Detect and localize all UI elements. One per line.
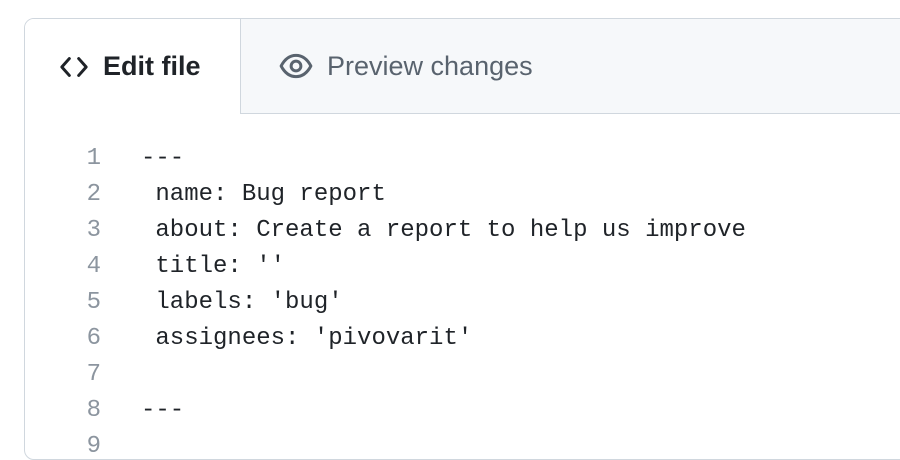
tab-preview-changes[interactable]: Preview changes: [241, 19, 533, 113]
line-content[interactable]: name: Bug report: [141, 177, 385, 213]
line-content[interactable]: about: Create a report to help us improv…: [141, 213, 746, 249]
line-content[interactable]: labels: 'bug': [141, 285, 342, 321]
code-line: 7: [25, 357, 900, 393]
line-number: 4: [86, 253, 101, 280]
tab-edit-file-label: Edit file: [103, 51, 201, 81]
line-content[interactable]: title: '': [141, 249, 285, 285]
code-editor[interactable]: 1 --- 2 name: Bug report 3 about: Create…: [25, 141, 900, 460]
line-number: 6: [86, 325, 101, 352]
line-number: 5: [86, 289, 101, 316]
tab-preview-changes-label: Preview changes: [327, 50, 533, 81]
line-number: 1: [86, 145, 101, 172]
eye-icon: [279, 49, 313, 83]
line-content[interactable]: ---: [141, 141, 184, 177]
line-content[interactable]: ---: [141, 393, 184, 429]
code-line: 9: [25, 429, 900, 460]
tab-edit-file[interactable]: Edit file: [25, 19, 241, 114]
editor-tabbar: Edit file Preview changes: [25, 19, 900, 114]
code-line: 3 about: Create a report to help us impr…: [25, 213, 900, 249]
line-number: 8: [86, 397, 101, 424]
line-number: 2: [86, 181, 101, 208]
code-line: 5 labels: 'bug': [25, 285, 900, 321]
code-line: 8 ---: [25, 393, 900, 429]
code-line: 1 ---: [25, 141, 900, 177]
line-number: 9: [86, 433, 101, 460]
line-number: 3: [86, 217, 101, 244]
code-line: 2 name: Bug report: [25, 177, 900, 213]
code-line: 4 title: '': [25, 249, 900, 285]
file-editor: Edit file Preview changes 1 --- 2 name: …: [24, 18, 900, 460]
line-content[interactable]: assignees: 'pivovarit': [141, 321, 472, 357]
code-line: 6 assignees: 'pivovarit': [25, 321, 900, 357]
line-number: 7: [86, 361, 101, 388]
code-icon: [59, 52, 89, 82]
